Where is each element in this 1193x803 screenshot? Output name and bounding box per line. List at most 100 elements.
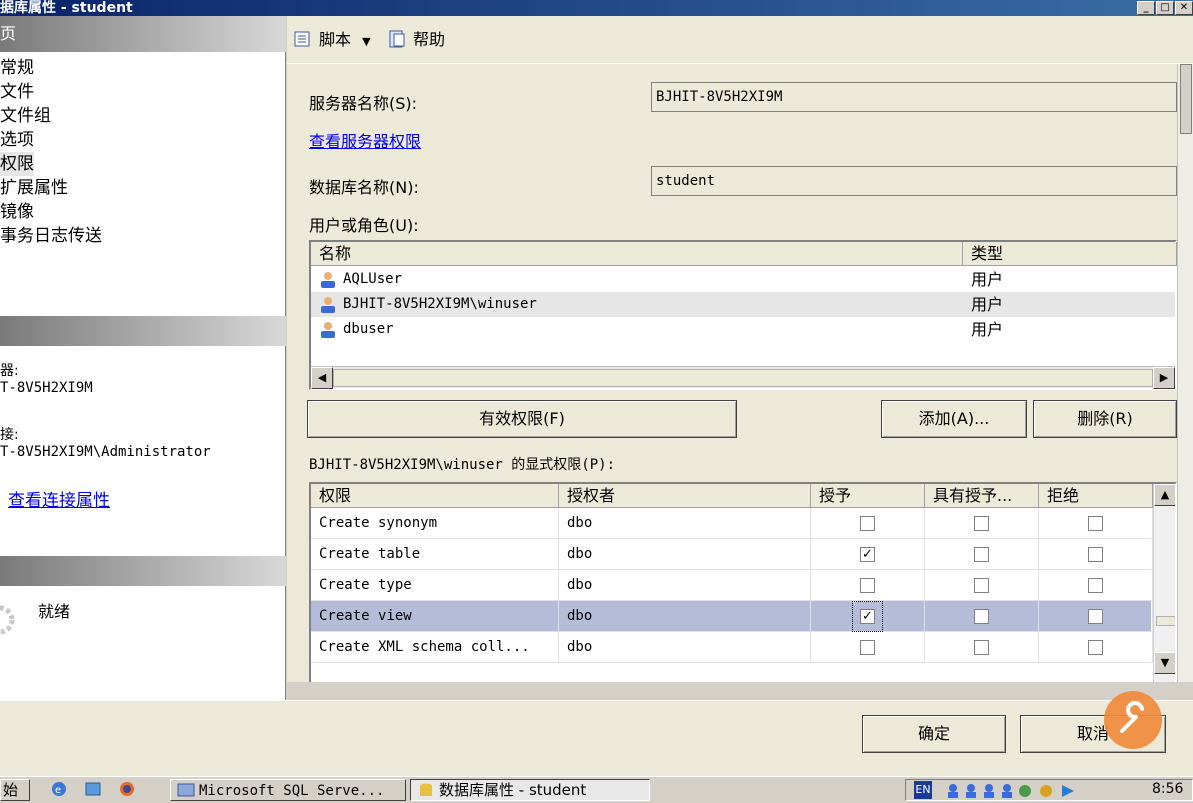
scroll-right-button[interactable]: ▶ <box>1153 367 1175 389</box>
perm-col-deny[interactable]: 拒绝 <box>1039 484 1153 508</box>
language-indicator[interactable]: EN <box>914 781 932 799</box>
users-col-name[interactable]: 名称 <box>311 242 963 266</box>
permissions-form: 服务器名称(S): BJHIT-8V5H2XI9M 查看服务器权限 数据库名称(… <box>287 64 1177 682</box>
permission-row[interactable]: Create view dbo ✓ <box>311 601 1153 632</box>
grant-checkbox[interactable]: ✓ <box>852 601 883 632</box>
effective-permissions-button[interactable]: 有效权限(F) <box>307 400 737 438</box>
progress-status: 就绪 <box>38 602 71 621</box>
clock: 8:56 <box>1152 781 1184 797</box>
server-value: T-8V5H2XI9M <box>0 380 93 396</box>
nav-item-3[interactable]: 选项 <box>0 128 34 152</box>
task-label: 数据库属性 - student <box>439 781 587 799</box>
minimize-button[interactable]: _ <box>1137 1 1155 15</box>
restore-button[interactable]: □ <box>1156 1 1174 15</box>
grant-checkbox[interactable]: ✓ <box>860 547 875 562</box>
deny-checkbox[interactable] <box>1088 609 1103 624</box>
view-server-permissions-link[interactable]: 查看服务器权限 <box>309 128 421 152</box>
scroll-up-button[interactable]: ▲ <box>1154 484 1175 506</box>
form-vscrollbar[interactable] <box>1177 64 1193 682</box>
add-button[interactable]: 添加(A)... <box>881 400 1027 438</box>
with-grant-checkbox[interactable] <box>974 516 989 531</box>
taskbar: 始 e Microsoft SQL Serve... 数据库属性 - studen… <box>0 776 1193 801</box>
permission-grantor: dbo <box>559 570 811 601</box>
scroll-left-button[interactable]: ◀ <box>311 367 333 389</box>
perm-col-grant[interactable]: 授予 <box>811 484 925 508</box>
deny-checkbox[interactable] <box>1088 547 1103 562</box>
nav-item-7[interactable]: 事务日志传送 <box>0 224 102 248</box>
users-hscrollbar[interactable]: ◀ ▶ <box>311 366 1175 389</box>
scroll-down-button[interactable]: ▼ <box>1154 652 1175 674</box>
scroll-thumb[interactable] <box>1180 64 1192 134</box>
user-icon <box>321 322 335 338</box>
nav-item-0[interactable]: 常规 <box>0 56 34 80</box>
view-connection-properties-link[interactable]: 查看连接属性 <box>8 486 110 511</box>
user-icon <box>321 272 335 288</box>
permissions-grid[interactable]: 权限 授权者 授予 具有授予... 拒绝 Create synonym dbo Cr… <box>309 482 1177 682</box>
help-label: 帮助 <box>413 30 446 49</box>
remove-button[interactable]: 删除(R) <box>1033 400 1177 438</box>
permission-row[interactable]: Create synonym dbo <box>311 508 1153 539</box>
sql-server-icon <box>177 783 195 797</box>
database-name-label: 数据库名称(N): <box>309 178 419 197</box>
explorer-icon[interactable] <box>84 781 102 801</box>
ok-button[interactable]: 确定 <box>862 715 1006 753</box>
database-name-field[interactable]: student <box>651 166 1177 196</box>
deny-checkbox[interactable] <box>1088 640 1103 655</box>
taskbar-task[interactable]: 数据库属性 - student <box>410 779 650 801</box>
server-label: 器: <box>0 363 19 379</box>
title-bar: 据库属性 - student _ □ ✕ <box>0 0 1193 16</box>
permission-row[interactable]: Create XML schema coll... dbo <box>311 632 1153 663</box>
nav-item-1[interactable]: 文件 <box>0 80 34 104</box>
grant-checkbox[interactable] <box>860 640 875 655</box>
explicit-permissions-label: BJHIT-8V5H2XI9M\winuser 的显式权限(P): <box>309 457 616 473</box>
permissions-vscrollbar[interactable]: ▲ ▼ <box>1153 484 1175 682</box>
with-grant-checkbox[interactable] <box>974 578 989 593</box>
user-row[interactable]: dbuser 用户 <box>311 317 1175 342</box>
permission-name: Create synonym <box>311 508 559 539</box>
users-grid[interactable]: 名称 类型 AQLUser 用户 BJHIT-8V5H2XI9M\winuser 用户… <box>309 240 1177 390</box>
close-button[interactable]: ✕ <box>1175 1 1193 15</box>
floating-tool-icon[interactable] <box>1102 689 1164 751</box>
server-name-field[interactable]: BJHIT-8V5H2XI9M <box>651 82 1177 112</box>
permission-name: Create XML schema coll... <box>311 632 559 663</box>
help-button[interactable]: 帮助 <box>387 28 445 52</box>
permission-grantor: dbo <box>559 601 811 632</box>
perm-col-with-grant[interactable]: 具有授予... <box>925 484 1039 508</box>
taskbar-task[interactable]: Microsoft SQL Serve... <box>170 779 406 801</box>
permission-row[interactable]: Create table dbo ✓ <box>311 539 1153 570</box>
perm-col-permission[interactable]: 权限 <box>311 484 559 508</box>
dialog-footer: 确定 取消 <box>0 691 1193 776</box>
user-type: 用户 <box>971 295 1004 314</box>
nav-item-4[interactable]: 权限 <box>0 152 34 176</box>
grant-checkbox[interactable] <box>860 516 875 531</box>
permission-grantor: dbo <box>559 632 811 663</box>
nav-item-2[interactable]: 文件组 <box>0 104 51 128</box>
user-row[interactable]: AQLUser 用户 <box>311 267 1175 292</box>
user-icon <box>321 297 335 313</box>
ie-icon[interactable]: e <box>50 781 68 801</box>
with-grant-checkbox[interactable] <box>974 609 989 624</box>
users-col-type[interactable]: 类型 <box>963 242 1177 266</box>
progress-spinner-icon <box>0 605 15 635</box>
users-roles-label: 用户或角色(U): <box>309 216 419 235</box>
nav-item-5[interactable]: 扩展属性 <box>0 176 68 200</box>
svg-text:e: e <box>55 785 61 796</box>
perm-col-grantor[interactable]: 授权者 <box>559 484 811 508</box>
chevron-down-icon[interactable]: ▼ <box>362 35 370 48</box>
deny-checkbox[interactable] <box>1088 578 1103 593</box>
nav-item-6[interactable]: 镜像 <box>0 200 34 224</box>
grant-checkbox[interactable] <box>860 578 875 593</box>
permission-row[interactable]: Create type dbo <box>311 570 1153 601</box>
scroll-thumb[interactable] <box>1156 616 1175 626</box>
with-grant-checkbox[interactable] <box>974 640 989 655</box>
with-grant-checkbox[interactable] <box>974 547 989 562</box>
scroll-thumb[interactable] <box>333 369 1153 387</box>
permission-name: Create type <box>311 570 559 601</box>
deny-checkbox[interactable] <box>1088 516 1103 531</box>
firefox-icon[interactable] <box>118 781 136 801</box>
start-button[interactable]: 始 <box>0 779 30 801</box>
user-row[interactable]: BJHIT-8V5H2XI9M\winuser 用户 <box>311 292 1175 317</box>
user-type: 用户 <box>971 270 1004 289</box>
script-button[interactable]: 脚本 ▼ <box>293 28 371 52</box>
select-page-header: 页 <box>0 16 286 52</box>
